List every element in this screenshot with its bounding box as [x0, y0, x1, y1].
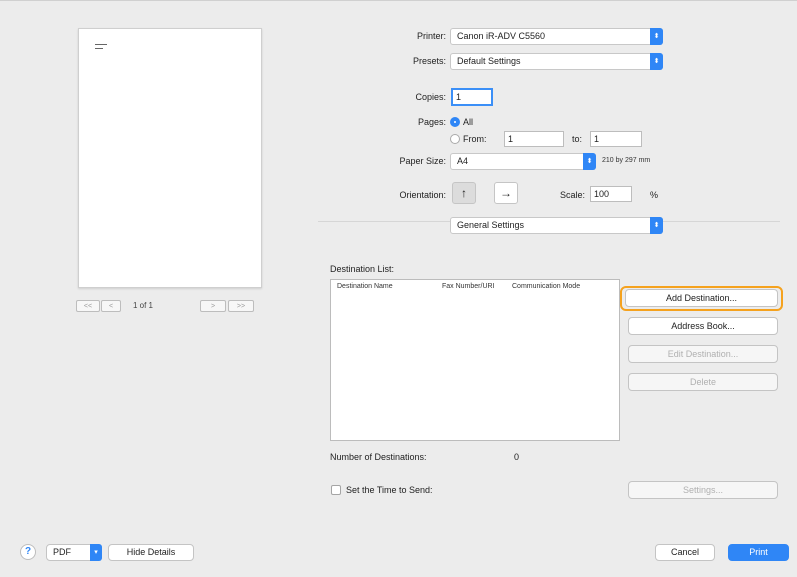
pages-from-input[interactable]: 1 — [504, 131, 564, 147]
page-count: 1 of 1 — [132, 301, 153, 310]
landscape-icon: → — [500, 186, 512, 200]
destination-count-label: Number of Destinations: — [330, 452, 427, 462]
last-page-button[interactable]: >> — [228, 300, 254, 312]
portrait-icon: ↑ — [461, 186, 467, 200]
paper-dimensions: 210 by 297 mm — [602, 157, 651, 164]
column-communication-mode: Communication Mode — [512, 283, 581, 290]
pdf-label: PDF — [53, 547, 71, 557]
time-settings-button[interactable]: Settings... — [628, 481, 778, 499]
scale-input[interactable]: 100 — [590, 186, 632, 202]
paper-size-label: Paper Size: — [399, 156, 446, 166]
document-lines-icon — [95, 44, 107, 52]
printer-select[interactable]: Canon iR-ADV C5560 ⬍ — [450, 28, 663, 45]
delete-button[interactable]: Delete — [628, 373, 778, 391]
column-fax-number: Fax Number/URI — [442, 283, 495, 290]
printer-value: Canon iR-ADV C5560 — [457, 31, 546, 41]
first-page-button[interactable]: << — [76, 300, 100, 312]
copies-label: Copies: — [415, 92, 446, 102]
next-page-button[interactable]: > — [200, 300, 226, 312]
presets-value: Default Settings — [457, 56, 521, 66]
popup-arrows-icon: ⬍ — [650, 53, 663, 70]
pages-all-label: All — [463, 117, 474, 127]
settings-panel-value: General Settings — [457, 220, 525, 230]
landscape-button[interactable]: → — [494, 182, 518, 204]
window-top-border — [0, 0, 797, 1]
copies-input[interactable]: 1 — [451, 88, 493, 106]
set-time-checkbox[interactable] — [331, 485, 341, 495]
pages-range-radio[interactable] — [450, 134, 460, 144]
destination-count-value: 0 — [514, 452, 520, 462]
hide-details-button[interactable]: Hide Details — [108, 544, 194, 561]
pages-from-label: From: — [463, 134, 487, 144]
popup-arrows-icon: ⬍ — [650, 28, 663, 45]
destination-list-label: Destination List: — [330, 264, 395, 274]
print-button[interactable]: Print — [728, 544, 789, 561]
page-preview — [78, 28, 262, 288]
portrait-button[interactable]: ↑ — [452, 182, 476, 204]
presets-select[interactable]: Default Settings ⬍ — [450, 53, 663, 70]
popup-arrows-icon: ⬍ — [583, 153, 596, 170]
paper-size-value: A4 — [457, 156, 469, 166]
address-book-button[interactable]: Address Book... — [628, 317, 778, 335]
pages-to-input[interactable]: 1 — [590, 131, 642, 147]
cancel-button[interactable]: Cancel — [655, 544, 715, 561]
pages-to-label: to: — [572, 134, 583, 144]
prev-page-button[interactable]: < — [101, 300, 121, 312]
edit-destination-button[interactable]: Edit Destination... — [628, 345, 778, 363]
help-icon[interactable]: ? — [20, 544, 36, 560]
column-destination-name: Destination Name — [337, 283, 393, 290]
pdf-menu-button[interactable]: PDF ▾ — [46, 544, 102, 561]
paper-size-select[interactable]: A4 ⬍ — [450, 153, 596, 170]
popup-arrows-icon: ⬍ — [650, 217, 663, 234]
set-time-label: Set the Time to Send: — [346, 485, 433, 495]
orientation-label: Orientation: — [399, 190, 446, 200]
pages-label: Pages: — [417, 117, 446, 127]
printer-label: Printer: — [416, 31, 446, 41]
presets-label: Presets: — [412, 56, 446, 66]
destination-list[interactable]: Destination Name Fax Number/URI Communic… — [330, 279, 620, 441]
pages-all-radio[interactable] — [450, 117, 460, 127]
scale-unit: % — [650, 190, 659, 200]
scale-label: Scale: — [559, 190, 585, 200]
chevron-down-icon: ▾ — [90, 544, 102, 561]
settings-panel-select[interactable]: General Settings ⬍ — [450, 217, 663, 234]
add-destination-button[interactable]: Add Destination... — [625, 289, 778, 307]
